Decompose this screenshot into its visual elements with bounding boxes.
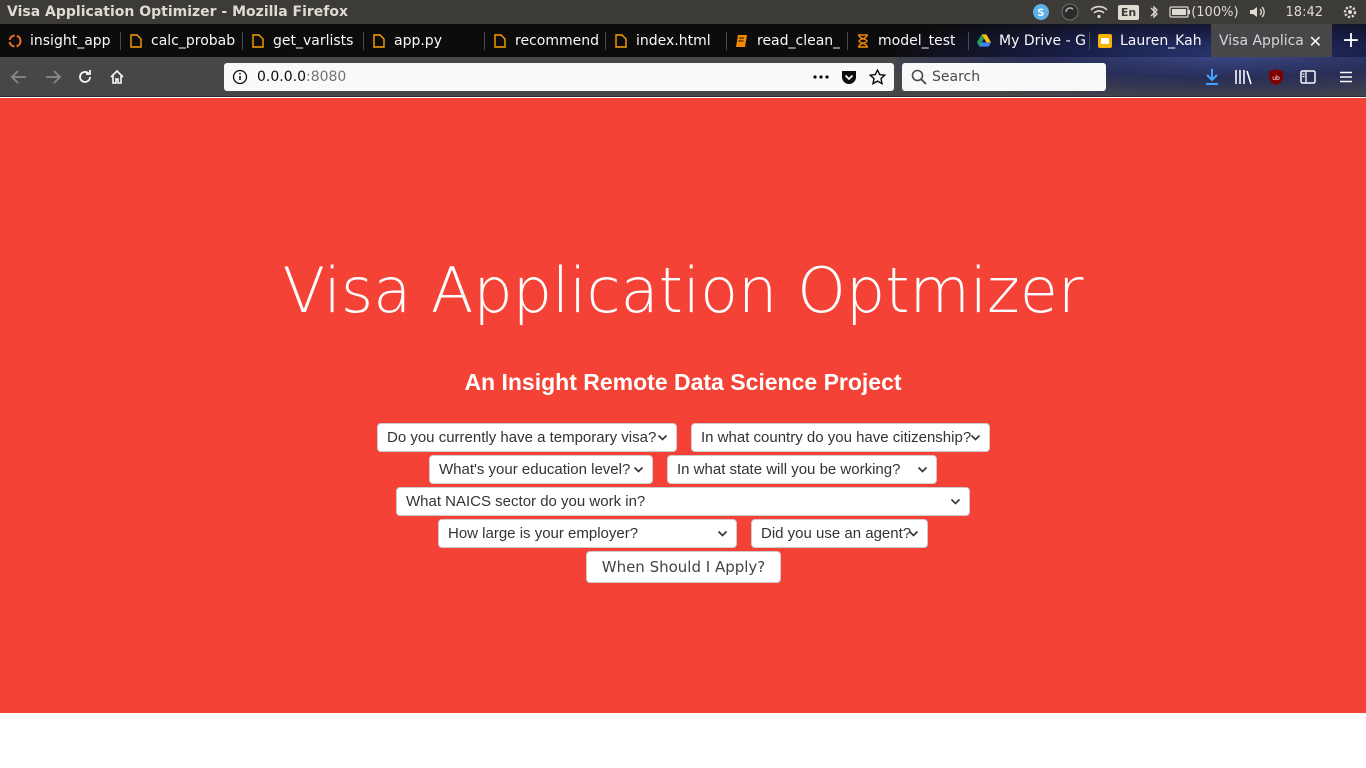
pocket-button[interactable] [839,68,859,86]
window-title: Visa Application Optimizer - Mozilla Fir… [7,4,349,20]
keyboard-language[interactable]: En [1113,0,1144,24]
ublock-icon: ub [1269,69,1283,85]
gear-icon[interactable] [1337,0,1366,24]
new-tab-button[interactable]: + [1336,24,1366,57]
bluetooth-icon[interactable] [1144,0,1164,24]
tab-calc-probab[interactable]: calc_probab [121,24,243,57]
naics-sector-select[interactable]: What NAICS sector do you work in? [396,487,970,516]
tab-my-drive[interactable]: My Drive - G [969,24,1090,57]
employer-size-select[interactable]: How large is your employer? [438,519,737,548]
update-icon[interactable] [1055,0,1085,24]
tab-index-html[interactable]: index.html [606,24,727,57]
file-icon [493,33,507,48]
arrow-right-icon [46,70,62,84]
url-bar[interactable]: 0.0.0.0:8080 [224,63,894,91]
agent-select[interactable]: Did you use an agent? [751,519,928,548]
hourglass-icon [856,33,870,48]
page-title: Visa Application Optmizer [282,254,1084,327]
tab-model-test[interactable]: model_test [848,24,969,57]
tab-recommend[interactable]: recommend [485,24,606,57]
os-title-bar: Visa Application Optimizer - Mozilla Fir… [0,0,1366,24]
download-icon [1206,69,1218,85]
chevron-down-icon [908,530,919,537]
chevron-down-icon [657,434,668,441]
bookmark-button[interactable] [867,68,887,86]
file-icon [129,33,143,48]
citizenship-select[interactable]: In what country do you have citizenship? [691,423,990,452]
info-icon[interactable] [232,69,248,85]
skype-icon[interactable] [1027,0,1055,24]
battery-icon [1169,6,1191,18]
url-host: 0.0.0.0 [257,69,306,85]
close-icon[interactable]: ✕ [1309,32,1322,51]
sidebar-icon [1300,70,1316,84]
clock[interactable]: 18:42 [1272,0,1337,24]
chevron-down-icon [633,466,644,473]
tab-get-varlists[interactable]: get_varlists [243,24,364,57]
library-icon [1235,70,1252,85]
star-icon [868,69,886,85]
search-input[interactable] [932,67,1100,87]
ublock-button[interactable]: ub [1264,65,1288,89]
menu-button[interactable] [1334,65,1358,89]
chevron-down-icon [970,434,981,441]
battery-indicator[interactable]: (100%) [1164,0,1243,24]
system-tray: En (100%) 18:42 [1027,0,1366,24]
battery-percent: (100%) [1191,4,1239,20]
library-button[interactable] [1232,65,1256,89]
education-level-select[interactable]: What's your education level? [429,455,653,484]
notebook-icon [735,34,749,48]
reload-button[interactable] [72,64,98,90]
page-content: Visa Application Optmizer An Insight Rem… [0,98,1366,713]
tab-app-py[interactable]: app.py [364,24,485,57]
chevron-down-icon [717,530,728,537]
home-button[interactable] [104,64,130,90]
tab-strip: insight_app calc_probab get_varlists app… [0,24,1366,57]
search-icon [911,69,927,85]
sidebar-button[interactable] [1296,65,1320,89]
forward-button[interactable] [40,64,66,90]
arrow-left-icon [10,70,26,84]
file-icon [372,33,386,48]
work-state-select[interactable]: In what state will you be working? [667,455,937,484]
file-icon [614,33,628,48]
ubuntu-icon [8,34,22,48]
navigation-toolbar: 0.0.0.0:8080 ub [0,57,1366,97]
tab-insight-app[interactable]: insight_app [0,24,121,57]
file-icon [251,33,265,48]
back-button[interactable] [6,64,32,90]
page-subtitle: An Insight Remote Data Science Project [464,369,902,395]
search-box[interactable] [902,63,1106,91]
chevron-down-icon [917,466,928,473]
svg-text:ub: ub [1272,75,1280,82]
google-drive-icon [977,34,991,48]
when-should-i-apply-button[interactable]: When Should I Apply? [586,551,781,583]
pocket-icon [842,70,856,84]
temporary-visa-select[interactable]: Do you currently have a temporary visa? [377,423,677,452]
downloads-button[interactable] [1200,65,1224,89]
volume-icon[interactable] [1244,0,1272,24]
tab-list: insight_app calc_probab get_varlists app… [0,24,1332,57]
reload-icon [79,70,91,83]
tab-visa-application[interactable]: Visa Applica ✕ [1211,24,1332,57]
tab-lauren-kah[interactable]: Lauren_Kah [1090,24,1211,57]
chevron-down-icon [950,498,961,505]
url-text[interactable]: 0.0.0.0:8080 [257,69,346,85]
wifi-icon[interactable] [1085,0,1113,24]
more-dots-icon [813,75,829,79]
url-port: :8080 [305,69,347,85]
home-icon [110,69,124,84]
page-actions-button[interactable] [811,68,831,86]
hamburger-icon [1340,71,1352,83]
slides-icon [1098,33,1112,48]
tab-read-clean[interactable]: read_clean_ [727,24,848,57]
